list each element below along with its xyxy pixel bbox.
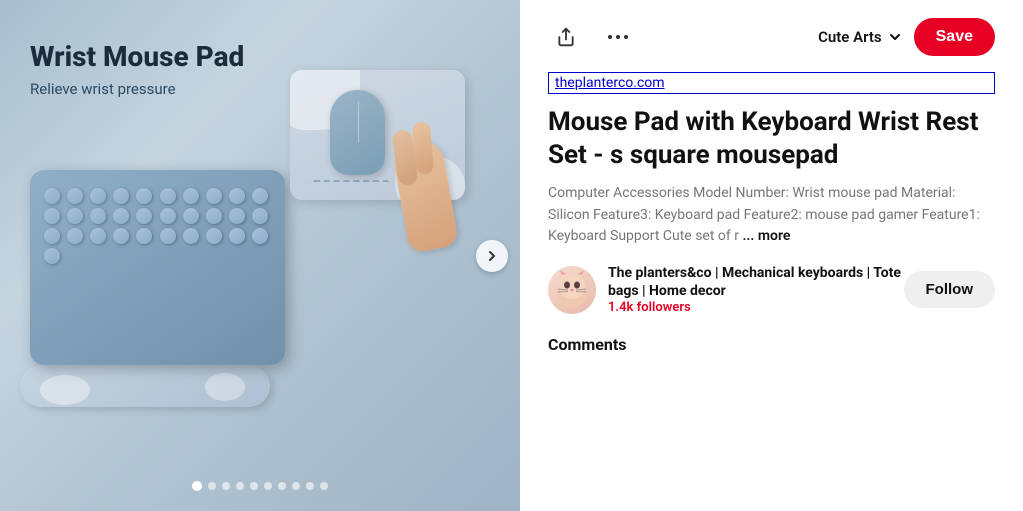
hand xyxy=(390,130,470,260)
dot-6[interactable] xyxy=(264,482,272,490)
key xyxy=(183,228,199,244)
dot-5[interactable] xyxy=(250,482,258,490)
profile-info: The planters&co | Mechanical keyboards |… xyxy=(548,264,904,315)
wr-decor1 xyxy=(40,375,90,405)
key xyxy=(44,248,60,264)
key xyxy=(44,208,60,224)
dot-8[interactable] xyxy=(292,482,300,490)
key xyxy=(160,228,176,244)
key xyxy=(44,228,60,244)
key xyxy=(90,228,106,244)
key xyxy=(67,228,83,244)
avatar[interactable] xyxy=(548,266,596,314)
save-button[interactable]: Save xyxy=(914,18,995,56)
keyboard-keys-grid xyxy=(30,170,285,274)
key xyxy=(206,188,222,204)
comments-section: Comments xyxy=(548,335,995,354)
dot-9[interactable] xyxy=(306,482,314,490)
dot-4[interactable] xyxy=(236,482,244,490)
dot-2[interactable] xyxy=(208,482,216,490)
profile-text: The planters&co | Mechanical keyboards |… xyxy=(608,264,904,315)
keyboard-body xyxy=(30,170,285,365)
next-arrow-button[interactable] xyxy=(476,240,508,272)
key xyxy=(229,208,245,224)
dot-7[interactable] xyxy=(278,482,286,490)
comments-heading: Comments xyxy=(548,335,995,354)
product-description: Computer Accessories Model Number: Wrist… xyxy=(548,183,995,248)
key xyxy=(160,208,176,224)
share-button[interactable] xyxy=(548,19,584,55)
key xyxy=(183,208,199,224)
more-options-button[interactable] xyxy=(600,19,636,55)
key xyxy=(113,188,129,204)
key xyxy=(160,188,176,204)
image-title-overlay: Wrist Mouse Pad Relieve wrist pressure xyxy=(30,40,244,98)
board-selector[interactable]: Cute Arts xyxy=(818,28,902,46)
key xyxy=(252,228,268,244)
key xyxy=(67,188,83,204)
mousepad-area xyxy=(280,70,470,290)
dot-10[interactable] xyxy=(320,482,328,490)
dot-3[interactable] xyxy=(222,482,230,490)
left-panel: Wrist Mouse Pad Relieve wrist pressure xyxy=(0,0,520,511)
toolbar-right: Cute Arts Save xyxy=(818,18,995,56)
product-title: Mouse Pad with Keyboard Wrist Rest Set -… xyxy=(548,106,995,171)
key xyxy=(113,208,129,224)
key xyxy=(229,228,245,244)
key xyxy=(252,208,268,224)
source-link[interactable]: theplanterco.com xyxy=(548,72,995,94)
wavy-line xyxy=(310,180,390,188)
key xyxy=(44,188,60,204)
right-panel: Cute Arts Save theplanterco.com Mouse Pa… xyxy=(520,0,1023,511)
mouse-divider xyxy=(358,102,359,142)
key xyxy=(90,188,106,204)
key xyxy=(136,208,152,224)
key xyxy=(136,228,152,244)
dot-1[interactable] xyxy=(192,481,202,491)
key xyxy=(183,188,199,204)
board-name: Cute Arts xyxy=(818,28,882,46)
wr-decor2 xyxy=(205,373,245,401)
key xyxy=(252,188,268,204)
profile-name: The planters&co | Mechanical keyboards |… xyxy=(608,264,904,300)
profile-followers: 1.4k followers xyxy=(608,300,904,315)
key xyxy=(206,208,222,224)
toolbar: Cute Arts Save xyxy=(548,18,995,56)
keyboard-wrist-rest xyxy=(20,365,270,407)
mouse-shape xyxy=(330,90,385,175)
finger2 xyxy=(412,121,434,174)
dots-pagination xyxy=(192,481,328,491)
key xyxy=(90,208,106,224)
profile-section: The planters&co | Mechanical keyboards |… xyxy=(548,264,995,315)
key xyxy=(206,228,222,244)
key xyxy=(136,188,152,204)
key xyxy=(229,188,245,204)
follow-button[interactable]: Follow xyxy=(904,271,996,308)
keyboard-illustration xyxy=(20,120,300,400)
key xyxy=(113,228,129,244)
image-title: Wrist Mouse Pad xyxy=(30,40,244,74)
key xyxy=(67,208,83,224)
more-link[interactable]: ... more xyxy=(742,228,790,244)
toolbar-left xyxy=(548,19,636,55)
image-subtitle: Relieve wrist pressure xyxy=(30,80,244,98)
